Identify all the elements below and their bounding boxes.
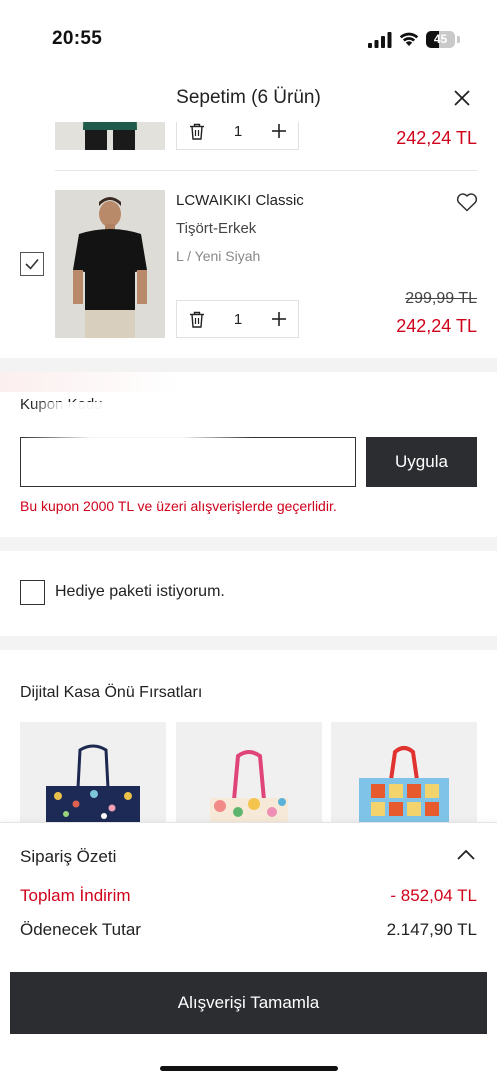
divider bbox=[55, 170, 477, 171]
offer-card[interactable] bbox=[176, 722, 322, 822]
gift-wrap-label[interactable]: Hediye paketi istiyorum. bbox=[55, 583, 225, 601]
order-summary-panel: Sipariş Özeti Toplam İndirim - 852,04 TL… bbox=[0, 822, 497, 1080]
wifi-icon bbox=[399, 32, 419, 46]
quantity-stepper[interactable]: 1 bbox=[176, 300, 299, 338]
heart-icon[interactable] bbox=[456, 192, 478, 212]
quantity-value: 1 bbox=[233, 311, 243, 328]
item-select-checkbox[interactable] bbox=[20, 252, 44, 276]
page-title: Sepetim (6 Ürün) bbox=[176, 87, 321, 108]
gift-wrap-checkbox[interactable] bbox=[20, 580, 45, 605]
product-image bbox=[331, 722, 477, 822]
quantity-value: 1 bbox=[233, 123, 243, 140]
offer-card[interactable] bbox=[331, 722, 477, 822]
product-image bbox=[55, 190, 165, 338]
checkmark-icon bbox=[25, 258, 39, 270]
cart-item: LCWAIKIKI Classic Tişört-Erkek L / Yeni … bbox=[0, 190, 497, 340]
quantity-stepper[interactable]: 1 bbox=[176, 122, 299, 150]
product-name[interactable]: LCWAIKIKI Classic bbox=[176, 192, 304, 209]
trash-icon[interactable] bbox=[189, 123, 205, 140]
order-summary-title[interactable]: Sipariş Özeti bbox=[20, 847, 116, 867]
sale-price: 242,24 TL bbox=[396, 316, 477, 336]
original-price: 299,99 TL bbox=[405, 290, 477, 307]
offers-section-title: Dijital Kasa Önü Fırsatları bbox=[20, 684, 203, 701]
status-time: 20:55 bbox=[52, 28, 103, 49]
offer-card[interactable] bbox=[20, 722, 166, 822]
product-image bbox=[20, 722, 166, 822]
plus-icon[interactable] bbox=[272, 124, 286, 138]
section-divider bbox=[0, 636, 497, 650]
section-divider bbox=[0, 537, 497, 551]
product-variant: L / Yeni Siyah bbox=[176, 248, 261, 264]
product-image bbox=[55, 122, 165, 150]
cellular-signal-icon bbox=[368, 32, 392, 48]
total-discount-value: - 852,04 TL bbox=[390, 886, 477, 905]
close-icon[interactable] bbox=[452, 88, 472, 108]
battery-icon: 45 bbox=[426, 31, 460, 48]
battery-level: 45 bbox=[433, 32, 448, 46]
amount-due-label: Ödenecek Tutar bbox=[20, 920, 141, 939]
total-discount-label: Toplam İndirim bbox=[20, 886, 131, 905]
cart-item: 1 242,24 TL bbox=[0, 122, 497, 170]
cart-header: Sepetim (6 Ürün) bbox=[0, 70, 497, 122]
checkout-button[interactable]: Alışverişi Tamamla bbox=[10, 972, 487, 1034]
chevron-up-icon[interactable] bbox=[456, 849, 476, 861]
coupon-error-message: Bu kupon 2000 TL ve üzeri alışverişlerde… bbox=[20, 498, 337, 514]
cart-item-list: 1 242,24 TL LCWAIKIKI Classic Tişört-Erk… bbox=[0, 122, 497, 358]
amount-due-value: 2.147,90 TL bbox=[386, 920, 477, 939]
status-bar: 20:55 45 bbox=[0, 0, 497, 70]
plus-icon[interactable] bbox=[272, 312, 286, 326]
apply-coupon-button[interactable]: Uygula bbox=[366, 437, 477, 487]
product-image bbox=[176, 722, 322, 822]
section-divider bbox=[0, 358, 497, 372]
home-indicator[interactable] bbox=[160, 1066, 338, 1071]
sale-price: 242,24 TL bbox=[396, 128, 477, 148]
trash-icon[interactable] bbox=[189, 311, 205, 328]
product-type: Tişört-Erkek bbox=[176, 220, 257, 237]
